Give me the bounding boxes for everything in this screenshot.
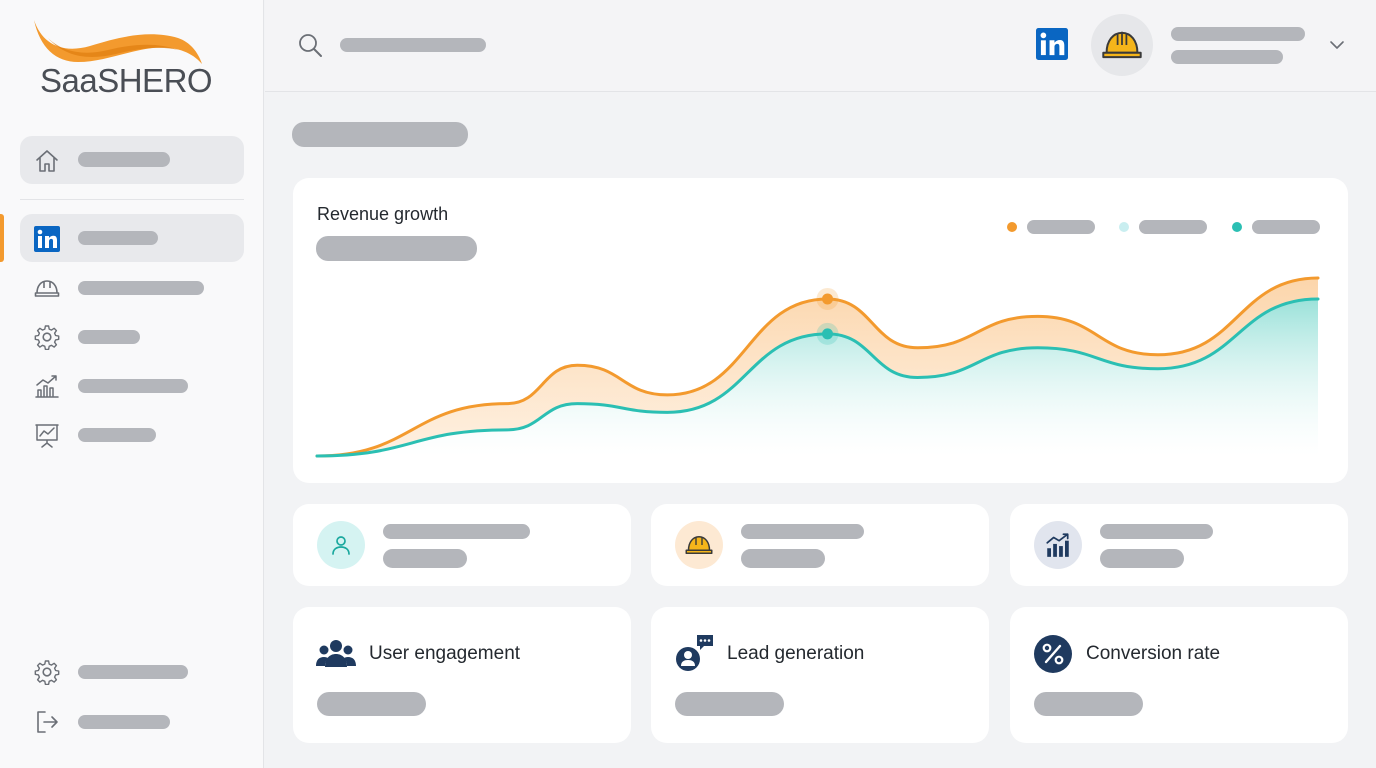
- kpi-label: Conversion rate: [1086, 643, 1221, 664]
- sidebar-item-label: [78, 665, 188, 679]
- percent-icon: [1034, 635, 1072, 673]
- kpi-label: Lead generation: [727, 643, 865, 664]
- highlight-point-orange[interactable]: [822, 293, 834, 305]
- stat-title: [741, 524, 864, 539]
- bar-chart-icon: [35, 375, 59, 398]
- kpi-value: [317, 692, 426, 716]
- search-icon[interactable]: [297, 32, 323, 58]
- top-bar: [265, 0, 1376, 92]
- sidebar-footer-settings[interactable]: [20, 650, 244, 694]
- sidebar-item-label: [78, 379, 188, 393]
- page-title: [292, 122, 468, 147]
- stat-value: [383, 549, 467, 568]
- kpi-card-lead-generation[interactable]: Lead generation: [651, 607, 989, 743]
- brand-logo[interactable]: SaaSHERO: [32, 16, 213, 99]
- revenue-chart-card: Revenue growth: [293, 178, 1348, 483]
- sidebar-item-linkedin[interactable]: [20, 214, 244, 262]
- linkedin-icon: [34, 226, 60, 252]
- active-indicator: [0, 214, 4, 262]
- sidebar-item-reports[interactable]: [20, 413, 244, 457]
- stat-icon-circle: [1034, 521, 1082, 569]
- kpi-card-conversion-rate[interactable]: Conversion rate: [1010, 607, 1348, 743]
- users-group-icon: [316, 640, 356, 667]
- sidebar-item-settings[interactable]: [20, 315, 244, 359]
- logout-icon: [37, 711, 58, 733]
- search-input[interactable]: [340, 38, 486, 52]
- stat-card-users[interactable]: [293, 504, 631, 586]
- chevron-down-icon[interactable]: [1329, 37, 1345, 53]
- stat-title: [1100, 524, 1213, 539]
- helmet-icon: [1102, 31, 1142, 59]
- stat-title: [383, 524, 530, 539]
- sidebar-item-label: [78, 281, 204, 295]
- bar-chart-icon: [1046, 533, 1069, 557]
- stat-value: [1100, 549, 1184, 568]
- sidebar-divider: [20, 199, 244, 200]
- gear-icon: [34, 660, 60, 685]
- user-role: [1171, 50, 1283, 64]
- sidebar: SaaSHERO: [0, 0, 264, 768]
- avatar[interactable]: [1091, 14, 1153, 76]
- sidebar-footer-logout[interactable]: [20, 700, 244, 744]
- kpi-value: [1034, 692, 1143, 716]
- helmet-icon: [685, 535, 713, 554]
- kpi-value: [675, 692, 784, 716]
- sidebar-item-label: [78, 715, 170, 729]
- user-icon: [332, 536, 350, 555]
- stat-value: [741, 549, 825, 568]
- sidebar-item-label: [78, 330, 140, 344]
- sidebar-item-label: [78, 231, 158, 245]
- presentation-icon: [35, 424, 59, 448]
- logo-text: SaaSHERO: [40, 62, 213, 99]
- helmet-icon: [34, 280, 60, 297]
- sidebar-item-label: [78, 428, 156, 442]
- linkedin-icon[interactable]: [1036, 28, 1068, 60]
- sidebar-item-helmet[interactable]: [20, 266, 244, 310]
- user-name: [1171, 27, 1305, 41]
- stat-icon-circle: [317, 521, 365, 569]
- user-chat-icon: [676, 635, 713, 671]
- home-icon: [36, 150, 58, 172]
- stat-card-analytics[interactable]: [1010, 504, 1348, 586]
- revenue-area-chart: [315, 276, 1320, 458]
- gear-icon: [34, 325, 60, 350]
- sidebar-item-analytics[interactable]: [20, 364, 244, 408]
- stat-icon-circle: [675, 521, 723, 569]
- kpi-label: User engagement: [369, 643, 521, 664]
- sidebar-item-home[interactable]: [20, 136, 244, 184]
- kpi-card-user-engagement[interactable]: User engagement: [293, 607, 631, 743]
- highlight-point-teal[interactable]: [822, 328, 834, 340]
- stat-card-projects[interactable]: [651, 504, 989, 586]
- sidebar-item-label: [78, 152, 170, 167]
